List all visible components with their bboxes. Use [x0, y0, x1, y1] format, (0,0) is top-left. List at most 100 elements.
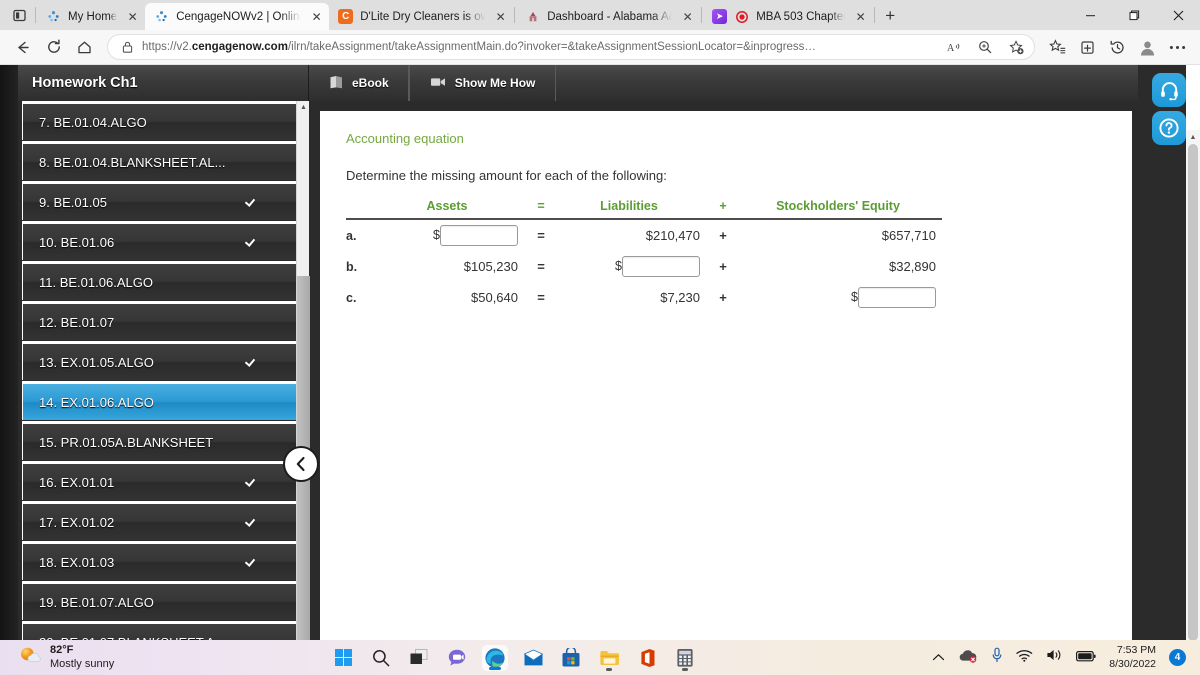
close-icon[interactable]: ✕	[124, 8, 141, 25]
col-header-blank	[346, 199, 376, 219]
microphone-icon[interactable]	[991, 647, 1003, 668]
task-view-icon	[410, 649, 428, 664]
sidebar-item[interactable]: 8. BE.01.04.BLANKSHEET.AL...	[22, 141, 297, 180]
new-tab-button[interactable]: +	[876, 2, 904, 30]
status-incomplete-icon	[243, 115, 257, 129]
url-text: https://v2.cengagenow.com/ilrn/takeAssig…	[142, 41, 816, 53]
sidebar-item[interactable]: 14. EX.01.06.ALGO	[22, 381, 297, 420]
sidebar-item[interactable]: 7. BE.01.04.ALGO	[22, 101, 297, 140]
browser-toolbar	[1043, 34, 1192, 61]
sidebar-item[interactable]: 20. BE.01.07.BLANKSHEET.A	[22, 621, 297, 640]
favorites-icon[interactable]	[1043, 34, 1072, 61]
cengage-icon	[46, 9, 61, 24]
zoom-icon[interactable]	[973, 36, 997, 58]
sidebar-item[interactable]: 10. BE.01.06	[22, 221, 297, 260]
sidebar-item[interactable]: 19. BE.01.07.ALGO	[22, 581, 297, 620]
back-icon[interactable]	[8, 34, 37, 61]
sidebar-item[interactable]: 15. PR.01.05A.BLANKSHEET	[22, 421, 297, 460]
wifi-icon[interactable]	[1016, 649, 1033, 667]
minimize-button[interactable]	[1068, 0, 1112, 30]
collapse-sidebar-button[interactable]	[283, 446, 319, 482]
scroll-up-icon[interactable]: ▲	[297, 101, 310, 114]
sidebar-item[interactable]: 13. EX.01.05.ALGO	[22, 341, 297, 380]
close-icon[interactable]: ✕	[852, 8, 869, 25]
address-bar[interactable]: https://v2.cengagenow.com/ilrn/takeAssig…	[107, 34, 1035, 60]
cell-liabilities: $210,470	[645, 228, 700, 243]
start-button[interactable]	[330, 645, 356, 671]
show-me-how-button[interactable]: Show Me How	[408, 65, 556, 101]
page-title: Homework Ch1	[32, 75, 138, 91]
onedrive-offline-icon[interactable]	[958, 648, 978, 668]
read-aloud-icon[interactable]: A	[942, 36, 966, 58]
page-scrollbar[interactable]: ▲ ▼	[1186, 130, 1200, 640]
tab-title: Dashboard - Alabama A&M	[547, 10, 673, 23]
cell-assets: $	[376, 219, 524, 251]
reload-icon[interactable]	[39, 34, 68, 61]
weather-text: 82°F Mostly sunny	[50, 644, 114, 672]
navigation-bar: https://v2.cengagenow.com/ilrn/takeAssig…	[0, 30, 1200, 65]
home-icon[interactable]	[70, 34, 99, 61]
browser-tab[interactable]: C D'Lite Dry Cleaners is owned ✕	[329, 3, 513, 30]
battery-icon[interactable]	[1076, 649, 1096, 667]
page-scrollbar-thumb[interactable]	[1188, 144, 1198, 640]
notification-badge[interactable]: 4	[1169, 649, 1186, 666]
operator-plus: +	[719, 259, 727, 274]
sidebar-item[interactable]: 9. BE.01.05	[22, 181, 297, 220]
collections-icon[interactable]	[1073, 34, 1102, 61]
sidebar-item[interactable]: 11. BE.01.06.ALGO	[22, 261, 297, 300]
mail-button[interactable]	[520, 645, 546, 671]
row-label: c.	[346, 290, 357, 305]
profile-icon[interactable]	[1133, 34, 1162, 61]
browser-tab[interactable]: ➤ MBA 503 Chapter 2 - Bb ✕	[703, 3, 873, 30]
add-favorite-icon[interactable]	[1004, 36, 1028, 58]
operator-plus: +	[719, 228, 727, 243]
file-explorer-button[interactable]	[596, 645, 622, 671]
taskbar-apps	[330, 644, 698, 671]
scroll-up-icon[interactable]: ▲	[1186, 130, 1200, 144]
col-header-assets: Assets	[426, 199, 468, 213]
assets-input-a[interactable]	[440, 225, 518, 246]
close-window-button[interactable]	[1156, 0, 1200, 30]
chevron-left-icon	[296, 456, 305, 472]
sidebar-item-label: 8. BE.01.04.BLANKSHEET.AL...	[39, 154, 226, 170]
window-controls	[1068, 0, 1200, 30]
clock[interactable]: 7:53 PM 8/30/2022	[1109, 644, 1156, 671]
sidebar-item[interactable]: 18. EX.01.03	[22, 541, 297, 580]
edge-button[interactable]	[482, 644, 508, 671]
assignment-sidebar[interactable]: 7. BE.01.04.ALGO 8. BE.01.04.BLANKSHEET.A…	[22, 101, 312, 640]
windows-taskbar: 82°F Mostly sunny 7:53 PM 8/30/2022 4	[0, 640, 1200, 675]
show-hidden-icons-icon[interactable]	[932, 649, 945, 667]
stockholders-equity-input-c[interactable]	[858, 287, 936, 308]
office-button[interactable]	[634, 645, 660, 671]
headset-icon	[1160, 81, 1178, 100]
volume-icon[interactable]	[1046, 648, 1063, 667]
tab-actions-button[interactable]	[4, 0, 34, 30]
close-icon[interactable]: ✕	[308, 8, 325, 25]
ebook-button[interactable]: eBook	[308, 65, 409, 101]
sidebar-item[interactable]: 12. BE.01.07	[22, 301, 297, 340]
chat-button[interactable]	[444, 645, 470, 671]
store-button[interactable]	[558, 645, 584, 671]
table-header: Assets = Liabilities + Stockholders' Equ…	[346, 199, 942, 219]
sidebar-item[interactable]: 17. EX.01.02	[22, 501, 297, 540]
sidebar-scrollbar[interactable]: ▲	[296, 101, 310, 640]
office-icon	[641, 648, 655, 667]
sidebar-item-label: 12. BE.01.07	[39, 314, 115, 330]
tab-divider	[35, 7, 36, 23]
close-icon[interactable]: ✕	[492, 8, 509, 25]
close-icon[interactable]: ✕	[679, 8, 696, 25]
task-view-button[interactable]	[406, 645, 432, 671]
sidebar-item[interactable]: 16. EX.01.01	[22, 461, 297, 500]
browser-tab-active[interactable]: CengageNOWv2 | Online tea ✕	[145, 3, 330, 30]
history-icon[interactable]	[1103, 34, 1132, 61]
browser-tab[interactable]: My Home ✕	[37, 3, 145, 30]
support-headset-button[interactable]	[1152, 73, 1186, 107]
liabilities-input-b[interactable]	[622, 256, 700, 277]
help-button[interactable]	[1152, 111, 1186, 145]
calculator-button[interactable]	[672, 645, 698, 671]
maximize-restore-button[interactable]	[1112, 0, 1156, 30]
browser-tab[interactable]: Dashboard - Alabama A&M ✕	[516, 3, 700, 30]
search-button[interactable]	[368, 645, 394, 671]
settings-more-icon[interactable]	[1163, 34, 1192, 61]
weather-widget[interactable]: 82°F Mostly sunny	[0, 644, 330, 672]
